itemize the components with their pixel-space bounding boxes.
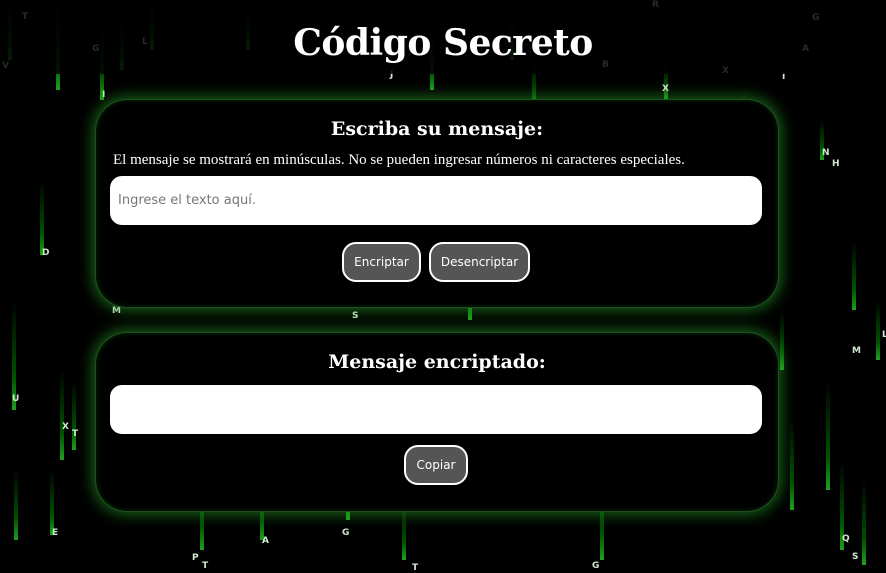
rain-glyph: X bbox=[62, 422, 69, 432]
rain-glyph: M bbox=[852, 346, 861, 356]
rain-glyph: T bbox=[202, 561, 209, 571]
rain-trail bbox=[780, 310, 784, 370]
rain-trail bbox=[72, 380, 76, 450]
input-heading: Escriba su mensaje: bbox=[330, 118, 544, 140]
copy-button[interactable]: Copiar bbox=[404, 445, 468, 485]
output-heading: Mensaje encriptado: bbox=[328, 351, 546, 373]
rain-trail bbox=[876, 300, 880, 360]
rain-trail bbox=[50, 470, 54, 535]
encrypt-button[interactable]: Encriptar bbox=[342, 242, 421, 282]
input-notice: El mensaje se mostrará en minúsculas. No… bbox=[113, 152, 685, 168]
rain-glyph: A bbox=[262, 536, 269, 546]
output-card: Mensaje encriptado: Copiar bbox=[95, 332, 779, 512]
rain-glyph: M bbox=[112, 306, 121, 316]
rain-glyph: G bbox=[592, 561, 600, 571]
rain-glyph: T bbox=[412, 563, 419, 573]
rain-glyph: P bbox=[192, 553, 199, 563]
decrypt-button[interactable]: Desencriptar bbox=[429, 242, 530, 282]
rain-trail bbox=[790, 420, 794, 510]
rain-trail bbox=[14, 470, 18, 540]
input-card: Escriba su mensaje: El mensaje se mostra… bbox=[95, 99, 779, 308]
rain-glyph: N bbox=[822, 148, 830, 158]
rain-glyph: S bbox=[352, 311, 359, 321]
rain-glyph: H bbox=[832, 159, 840, 169]
rain-trail bbox=[40, 180, 44, 255]
rain-trail bbox=[60, 370, 64, 460]
title-bar: Código Secreto bbox=[0, 0, 886, 74]
rain-glyph: U bbox=[12, 394, 20, 404]
rain-glyph: Q bbox=[842, 534, 850, 544]
rain-glyph: G bbox=[342, 528, 350, 538]
message-input[interactable] bbox=[110, 176, 762, 225]
rain-trail bbox=[826, 380, 830, 490]
rain-glyph: T bbox=[72, 429, 79, 439]
rain-trail bbox=[862, 480, 866, 565]
encrypted-output-field[interactable] bbox=[110, 385, 762, 434]
rain-trail bbox=[852, 240, 856, 310]
rain-glyph: X bbox=[662, 84, 669, 94]
rain-glyph: L bbox=[882, 330, 886, 340]
rain-glyph: D bbox=[42, 248, 50, 258]
rain-glyph: I bbox=[102, 90, 106, 100]
page-title: Código Secreto bbox=[293, 22, 593, 64]
rain-glyph: E bbox=[52, 528, 59, 538]
rain-glyph: S bbox=[852, 552, 859, 562]
